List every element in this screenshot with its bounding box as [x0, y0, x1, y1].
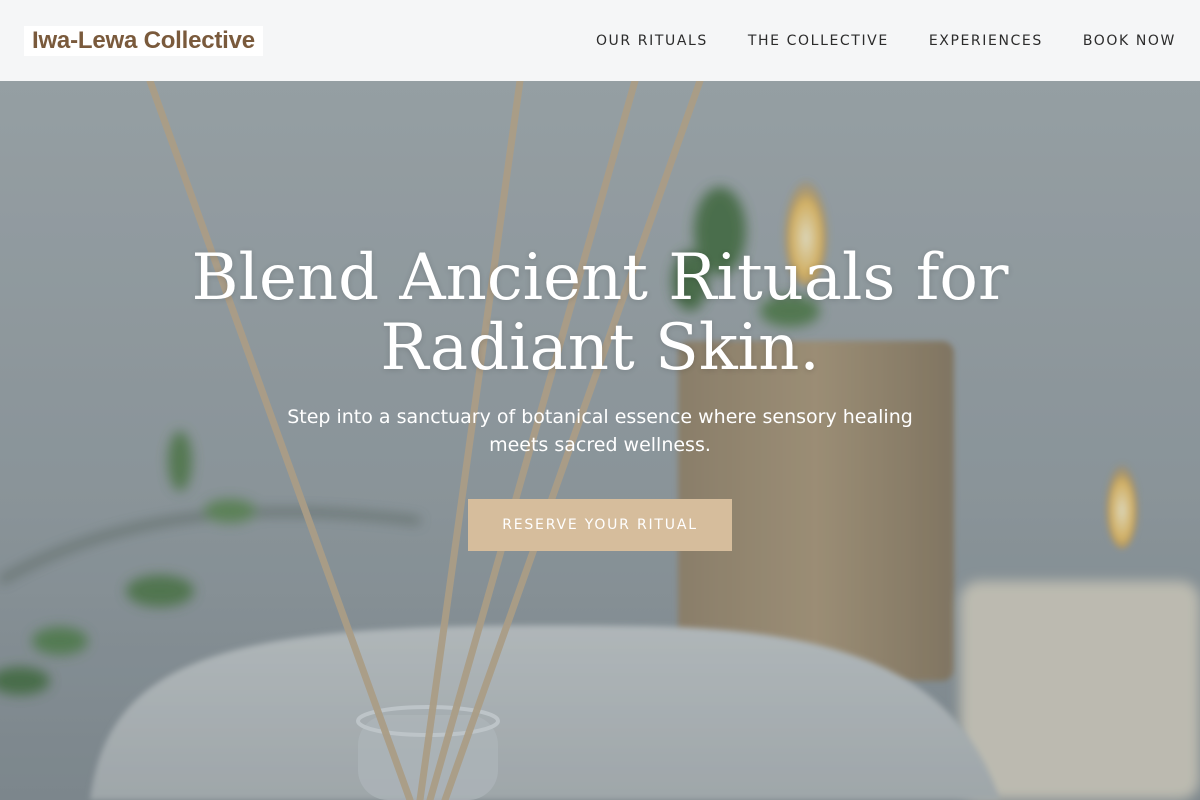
- nav-book-now[interactable]: BOOK NOW: [1083, 33, 1176, 49]
- site-header: Iwa-Lewa Collective OUR RITUALS THE COLL…: [0, 0, 1200, 81]
- hero-content: Blend Ancient Rituals for Radiant Skin. …: [0, 81, 1200, 800]
- nav-our-rituals[interactable]: OUR RITUALS: [596, 33, 708, 49]
- nav-experiences[interactable]: EXPERIENCES: [929, 33, 1043, 49]
- nav-the-collective[interactable]: THE COLLECTIVE: [748, 33, 889, 49]
- brand-logo[interactable]: Iwa-Lewa Collective: [24, 25, 263, 56]
- hero-subtitle: Step into a sanctuary of botanical essen…: [287, 406, 913, 456]
- main-nav: OUR RITUALS THE COLLECTIVE EXPERIENCES B…: [596, 33, 1176, 49]
- hero-section: Blend Ancient Rituals for Radiant Skin. …: [0, 81, 1200, 800]
- hero-title: Blend Ancient Rituals for Radiant Skin.: [191, 241, 1009, 385]
- reserve-ritual-button[interactable]: RESERVE YOUR RITUAL: [468, 499, 732, 551]
